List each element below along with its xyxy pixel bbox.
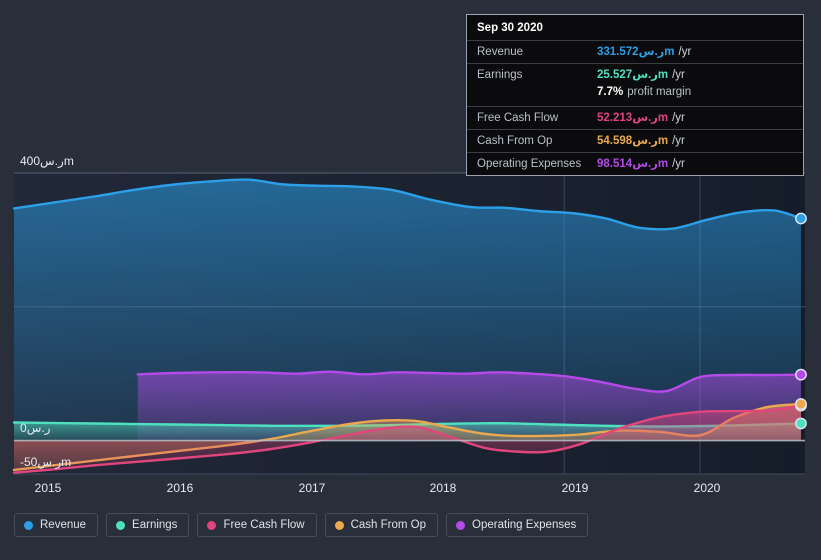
tooltip-label-cash-from-op: Cash From Op xyxy=(477,135,553,147)
chart-legend: Revenue Earnings Free Cash Flow Cash Fro… xyxy=(14,513,589,537)
tooltip-label-revenue: Revenue xyxy=(477,46,524,58)
tooltip-value-operating-expenses: 98.514ر.سm xyxy=(597,158,669,170)
tooltip-unit-cash-from-op: /yr xyxy=(672,135,685,147)
legend-dot-icon-earnings xyxy=(116,520,126,530)
x-axis-label-2016: 2016 xyxy=(166,481,194,495)
legend-dot-icon-cash-from-op xyxy=(334,520,344,530)
x-axis-label-2020: 2020 xyxy=(693,481,721,495)
chart-screenshot: 400ر.سm 0ر.س -50ر.سm 2015 2016 2017 2018… xyxy=(0,0,821,560)
data-tooltip: Sep 30 2020 Revenue 331.572ر.سm /yr Earn… xyxy=(466,14,804,176)
tooltip-unit-revenue: /yr xyxy=(678,46,692,58)
tooltip-date: Sep 30 2020 xyxy=(477,22,543,34)
tooltip-label-operating-expenses: Operating Expenses xyxy=(477,158,582,170)
legend-item-revenue[interactable]: Revenue xyxy=(14,513,99,537)
tooltip-label-earnings: Earnings xyxy=(477,69,523,81)
tooltip-value-earnings: 25.527ر.سm xyxy=(597,69,669,81)
legend-item-cash-from-op[interactable]: Cash From Op xyxy=(324,513,439,537)
tooltip-unit-free-cash-flow: /yr xyxy=(672,112,685,124)
tooltip-value-profit-margin: 7.7% xyxy=(597,86,624,98)
y-axis-label-zero: 0ر.س xyxy=(20,421,51,435)
tooltip-unit-earnings: /yr xyxy=(672,69,685,81)
tooltip-row-operating-expenses: Operating Expenses 98.514ر.سm /yr xyxy=(467,152,803,175)
legend-label-cash-from-op: Cash From Op xyxy=(350,519,427,531)
tooltip-value-free-cash-flow: 52.213ر.سm xyxy=(597,112,669,124)
y-axis-label-top: 400ر.سm xyxy=(20,154,74,168)
tooltip-row-earnings: Earnings 25.527ر.سm /yr xyxy=(467,63,803,86)
legend-item-operating-expenses[interactable]: Operating Expenses xyxy=(446,513,589,537)
x-axis-label-2017: 2017 xyxy=(298,481,326,495)
tooltip-unit-operating-expenses: /yr xyxy=(672,158,685,170)
tooltip-row-profit-margin: 7.7% profit margin xyxy=(467,86,803,106)
tooltip-row-revenue: Revenue 331.572ر.سm /yr xyxy=(467,40,803,63)
legend-dot-icon-revenue xyxy=(24,520,33,530)
legend-label-operating-expenses: Operating Expenses xyxy=(472,519,577,531)
y-axis-label-negative: -50ر.سm xyxy=(20,455,72,469)
legend-dot-icon-free-cash-flow xyxy=(207,520,217,530)
tooltip-label-free-cash-flow: Free Cash Flow xyxy=(477,112,559,124)
tooltip-value-revenue: 331.572ر.سm xyxy=(597,46,675,58)
tooltip-row-cash-from-op: Cash From Op 54.598ر.سm /yr xyxy=(467,129,803,152)
x-axis-label-2015: 2015 xyxy=(34,481,62,495)
tooltip-value-cash-from-op: 54.598ر.سm xyxy=(597,135,669,147)
tooltip-row-free-cash-flow: Free Cash Flow 52.213ر.سm /yr xyxy=(467,106,803,129)
legend-label-earnings: Earnings xyxy=(132,519,178,531)
legend-item-earnings[interactable]: Earnings xyxy=(106,513,190,537)
x-axis-label-2019: 2019 xyxy=(561,481,589,495)
tooltip-label-profit-margin: profit margin xyxy=(627,86,692,98)
legend-label-free-cash-flow: Free Cash Flow xyxy=(223,519,305,531)
x-axis-label-2018: 2018 xyxy=(429,481,457,495)
legend-label-revenue: Revenue xyxy=(40,519,87,531)
legend-dot-icon-operating-expenses xyxy=(456,520,466,530)
legend-item-free-cash-flow[interactable]: Free Cash Flow xyxy=(197,513,317,537)
